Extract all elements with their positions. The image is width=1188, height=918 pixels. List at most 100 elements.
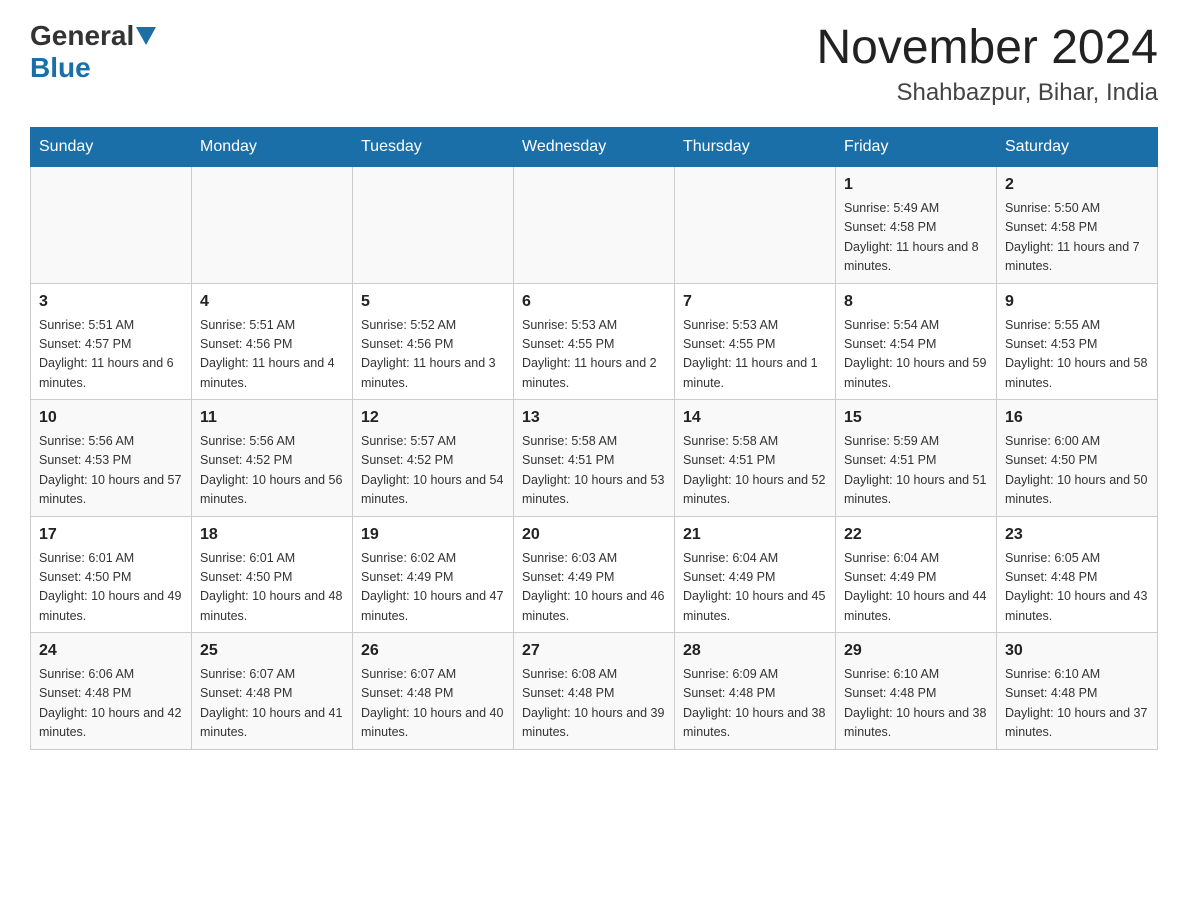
day-number: 6 <box>522 290 666 314</box>
day-info: Sunrise: 6:07 AMSunset: 4:48 PMDaylight:… <box>361 665 505 743</box>
calendar-cell: 29Sunrise: 6:10 AMSunset: 4:48 PMDayligh… <box>836 633 997 750</box>
day-info: Sunrise: 6:08 AMSunset: 4:48 PMDaylight:… <box>522 665 666 743</box>
page-header: General Blue November 2024 Shahbazpur, B… <box>30 20 1158 107</box>
calendar-cell: 26Sunrise: 6:07 AMSunset: 4:48 PMDayligh… <box>353 633 514 750</box>
calendar-cell: 12Sunrise: 5:57 AMSunset: 4:52 PMDayligh… <box>353 400 514 517</box>
calendar-cell: 3Sunrise: 5:51 AMSunset: 4:57 PMDaylight… <box>31 283 192 400</box>
day-info: Sunrise: 5:51 AMSunset: 4:57 PMDaylight:… <box>39 316 183 394</box>
calendar-week-row: 1Sunrise: 5:49 AMSunset: 4:58 PMDaylight… <box>31 167 1158 284</box>
day-number: 14 <box>683 406 827 430</box>
day-number: 3 <box>39 290 183 314</box>
weekday-header: Friday <box>836 128 997 167</box>
day-number: 30 <box>1005 639 1149 663</box>
calendar-table: SundayMondayTuesdayWednesdayThursdayFrid… <box>30 127 1158 750</box>
calendar-cell: 14Sunrise: 5:58 AMSunset: 4:51 PMDayligh… <box>675 400 836 517</box>
day-number: 19 <box>361 523 505 547</box>
day-number: 1 <box>844 173 988 197</box>
day-number: 21 <box>683 523 827 547</box>
day-info: Sunrise: 6:05 AMSunset: 4:48 PMDaylight:… <box>1005 549 1149 627</box>
day-info: Sunrise: 5:49 AMSunset: 4:58 PMDaylight:… <box>844 199 988 277</box>
weekday-header: Monday <box>192 128 353 167</box>
day-info: Sunrise: 5:59 AMSunset: 4:51 PMDaylight:… <box>844 432 988 510</box>
calendar-cell: 28Sunrise: 6:09 AMSunset: 4:48 PMDayligh… <box>675 633 836 750</box>
day-number: 17 <box>39 523 183 547</box>
calendar-cell: 5Sunrise: 5:52 AMSunset: 4:56 PMDaylight… <box>353 283 514 400</box>
weekday-header-row: SundayMondayTuesdayWednesdayThursdayFrid… <box>31 128 1158 167</box>
day-info: Sunrise: 5:55 AMSunset: 4:53 PMDaylight:… <box>1005 316 1149 394</box>
day-number: 25 <box>200 639 344 663</box>
day-number: 22 <box>844 523 988 547</box>
calendar-cell: 18Sunrise: 6:01 AMSunset: 4:50 PMDayligh… <box>192 516 353 633</box>
logo-general-text: General <box>30 20 134 52</box>
calendar-cell <box>675 167 836 284</box>
calendar-cell: 23Sunrise: 6:05 AMSunset: 4:48 PMDayligh… <box>997 516 1158 633</box>
day-number: 27 <box>522 639 666 663</box>
day-number: 20 <box>522 523 666 547</box>
day-info: Sunrise: 6:03 AMSunset: 4:49 PMDaylight:… <box>522 549 666 627</box>
day-number: 9 <box>1005 290 1149 314</box>
day-number: 11 <box>200 406 344 430</box>
day-info: Sunrise: 5:53 AMSunset: 4:55 PMDaylight:… <box>683 316 827 394</box>
day-info: Sunrise: 5:54 AMSunset: 4:54 PMDaylight:… <box>844 316 988 394</box>
day-info: Sunrise: 6:09 AMSunset: 4:48 PMDaylight:… <box>683 665 827 743</box>
weekday-header: Wednesday <box>514 128 675 167</box>
day-info: Sunrise: 6:10 AMSunset: 4:48 PMDaylight:… <box>844 665 988 743</box>
calendar-cell: 17Sunrise: 6:01 AMSunset: 4:50 PMDayligh… <box>31 516 192 633</box>
day-info: Sunrise: 6:01 AMSunset: 4:50 PMDaylight:… <box>200 549 344 627</box>
day-number: 10 <box>39 406 183 430</box>
calendar-cell: 1Sunrise: 5:49 AMSunset: 4:58 PMDaylight… <box>836 167 997 284</box>
day-info: Sunrise: 5:53 AMSunset: 4:55 PMDaylight:… <box>522 316 666 394</box>
calendar-cell: 24Sunrise: 6:06 AMSunset: 4:48 PMDayligh… <box>31 633 192 750</box>
calendar-cell: 6Sunrise: 5:53 AMSunset: 4:55 PMDaylight… <box>514 283 675 400</box>
weekday-header: Tuesday <box>353 128 514 167</box>
day-number: 28 <box>683 639 827 663</box>
day-info: Sunrise: 5:57 AMSunset: 4:52 PMDaylight:… <box>361 432 505 510</box>
day-number: 4 <box>200 290 344 314</box>
calendar-cell <box>514 167 675 284</box>
calendar-cell: 15Sunrise: 5:59 AMSunset: 4:51 PMDayligh… <box>836 400 997 517</box>
day-number: 2 <box>1005 173 1149 197</box>
day-number: 29 <box>844 639 988 663</box>
calendar-cell: 10Sunrise: 5:56 AMSunset: 4:53 PMDayligh… <box>31 400 192 517</box>
day-info: Sunrise: 6:00 AMSunset: 4:50 PMDaylight:… <box>1005 432 1149 510</box>
calendar-week-row: 24Sunrise: 6:06 AMSunset: 4:48 PMDayligh… <box>31 633 1158 750</box>
day-info: Sunrise: 6:04 AMSunset: 4:49 PMDaylight:… <box>844 549 988 627</box>
day-info: Sunrise: 5:50 AMSunset: 4:58 PMDaylight:… <box>1005 199 1149 277</box>
day-number: 7 <box>683 290 827 314</box>
calendar-cell: 19Sunrise: 6:02 AMSunset: 4:49 PMDayligh… <box>353 516 514 633</box>
day-number: 24 <box>39 639 183 663</box>
calendar-cell: 16Sunrise: 6:00 AMSunset: 4:50 PMDayligh… <box>997 400 1158 517</box>
day-number: 15 <box>844 406 988 430</box>
calendar-cell <box>353 167 514 284</box>
calendar-cell: 9Sunrise: 5:55 AMSunset: 4:53 PMDaylight… <box>997 283 1158 400</box>
day-number: 5 <box>361 290 505 314</box>
day-info: Sunrise: 5:58 AMSunset: 4:51 PMDaylight:… <box>522 432 666 510</box>
day-number: 18 <box>200 523 344 547</box>
logo-blue-text: Blue <box>30 52 91 83</box>
calendar-cell <box>192 167 353 284</box>
calendar-cell: 27Sunrise: 6:08 AMSunset: 4:48 PMDayligh… <box>514 633 675 750</box>
logo-triangle-icon <box>136 27 156 45</box>
day-info: Sunrise: 6:07 AMSunset: 4:48 PMDaylight:… <box>200 665 344 743</box>
calendar-cell: 4Sunrise: 5:51 AMSunset: 4:56 PMDaylight… <box>192 283 353 400</box>
calendar-cell <box>31 167 192 284</box>
calendar-cell: 7Sunrise: 5:53 AMSunset: 4:55 PMDaylight… <box>675 283 836 400</box>
calendar-cell: 13Sunrise: 5:58 AMSunset: 4:51 PMDayligh… <box>514 400 675 517</box>
day-number: 12 <box>361 406 505 430</box>
logo: General Blue <box>30 20 158 84</box>
day-number: 13 <box>522 406 666 430</box>
calendar-week-row: 10Sunrise: 5:56 AMSunset: 4:53 PMDayligh… <box>31 400 1158 517</box>
location-title: Shahbazpur, Bihar, India <box>816 79 1158 107</box>
day-number: 26 <box>361 639 505 663</box>
weekday-header: Saturday <box>997 128 1158 167</box>
calendar-cell: 2Sunrise: 5:50 AMSunset: 4:58 PMDaylight… <box>997 167 1158 284</box>
day-number: 8 <box>844 290 988 314</box>
day-info: Sunrise: 6:06 AMSunset: 4:48 PMDaylight:… <box>39 665 183 743</box>
day-info: Sunrise: 5:52 AMSunset: 4:56 PMDaylight:… <box>361 316 505 394</box>
title-section: November 2024 Shahbazpur, Bihar, India <box>816 20 1158 107</box>
day-info: Sunrise: 5:56 AMSunset: 4:53 PMDaylight:… <box>39 432 183 510</box>
calendar-cell: 21Sunrise: 6:04 AMSunset: 4:49 PMDayligh… <box>675 516 836 633</box>
calendar-week-row: 3Sunrise: 5:51 AMSunset: 4:57 PMDaylight… <box>31 283 1158 400</box>
day-number: 23 <box>1005 523 1149 547</box>
weekday-header: Sunday <box>31 128 192 167</box>
